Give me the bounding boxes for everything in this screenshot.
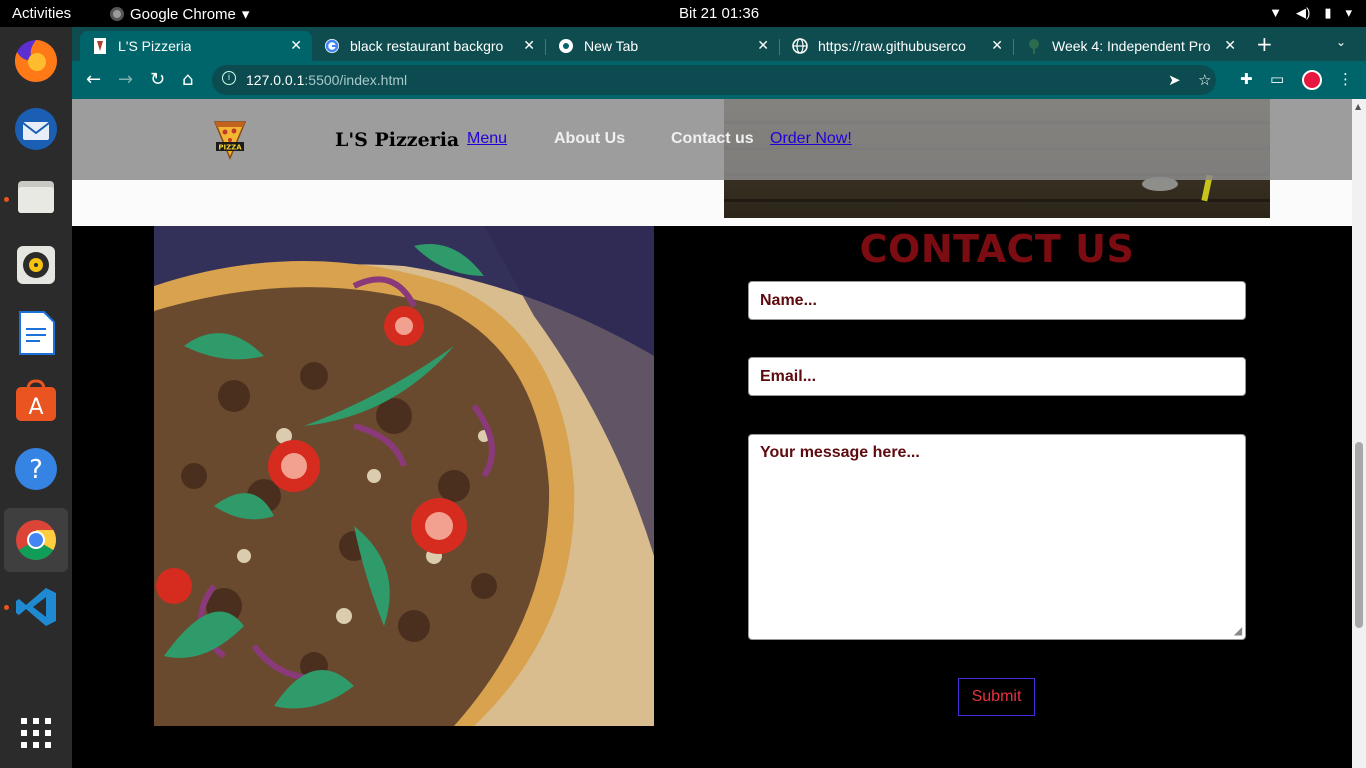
gnome-top-bar: Activities Google Chrome ▾ Bit 21 01:36 … [0,0,1366,27]
chrome-icon[interactable] [4,508,68,572]
svg-text:A: A [28,395,43,420]
close-icon[interactable]: ✕ [991,37,1003,54]
nav-menu-link[interactable]: Menu [467,130,507,148]
app-name: Google Chrome [130,5,236,23]
nav-order-link[interactable]: Order Now! [770,130,852,148]
running-indicator [4,605,9,610]
tab-title: L'S Pizzeria [118,38,192,54]
rhythmbox-icon[interactable] [10,239,62,291]
name-field[interactable]: Name... [748,281,1246,320]
back-arrow-icon[interactable]: ← [86,69,101,90]
vscode-icon[interactable] [10,581,62,633]
close-icon[interactable]: ✕ [290,37,302,54]
send-icon[interactable]: ➤ [1168,71,1181,89]
tab-raw-github[interactable]: https://raw.githubuserco ✕ [780,31,1013,61]
svg-text:?: ? [29,455,43,485]
pizza-logo[interactable]: PIZZA [212,118,248,160]
system-tray[interactable]: ▼ ◀) ▮ ▾ [1269,5,1352,21]
app-grid-icon[interactable] [10,707,62,759]
tree-icon [1026,38,1042,54]
url-text[interactable]: 127.0.0.1:5500/index.html [246,72,407,88]
nav-contact-link[interactable]: Contact us [671,130,754,148]
tab-strip: L'S Pizzeria ✕ black restaurant backgro … [72,27,1366,61]
thunderbird-icon[interactable] [10,103,62,155]
running-indicator [4,197,9,202]
chrome-icon [558,38,574,54]
close-icon[interactable]: ✕ [757,37,769,54]
app-menu[interactable]: Google Chrome ▾ [110,5,249,23]
tab-lspizzeria[interactable]: L'S Pizzeria ✕ [80,31,312,61]
site-brand[interactable]: L'S Pizzeria [335,129,459,151]
battery-icon: ▮ [1324,5,1332,20]
page-viewport: PIZZA L'S Pizzeria Menu About Us Contact… [72,99,1352,768]
pizza-photo [154,226,654,726]
cast-icon[interactable]: ▭ [1270,70,1284,88]
pizza-favicon-icon [92,38,108,54]
software-center-icon[interactable]: A [10,375,62,427]
chrome-small-icon [110,7,124,21]
globe-icon [792,38,808,54]
kebab-menu-icon[interactable]: ⋮ [1338,70,1353,88]
chevron-down-icon: ▾ [1345,5,1352,20]
tab-search-chevron-icon[interactable]: ⌄ [1336,35,1346,49]
message-textarea[interactable]: Your message here... ◢ [748,434,1246,640]
tab-title: https://raw.githubuserco [818,38,966,54]
dock: A ? [0,27,72,768]
firefox-icon[interactable] [10,35,62,87]
scrollbar-thumb[interactable] [1355,442,1363,628]
tab-title: black restaurant backgro [350,38,504,54]
new-tab-button[interactable]: + [1256,32,1273,56]
tab-new-tab[interactable]: New Tab ✕ [546,31,779,61]
address-bar[interactable]: i 127.0.0.1:5500/index.html ➤ ☆ [212,65,1216,95]
home-icon[interactable]: ⌂ [182,69,193,90]
email-field[interactable]: Email... [748,357,1246,396]
profile-avatar[interactable] [1302,70,1322,90]
page-scrollbar[interactable]: ▲ [1352,99,1366,768]
close-icon[interactable]: ✕ [523,37,535,54]
wifi-icon: ▼ [1269,5,1282,20]
info-icon[interactable]: i [222,71,236,85]
svg-text:PIZZA: PIZZA [218,144,242,152]
activities-button[interactable]: Activities [12,5,71,22]
forward-arrow-icon[interactable]: → [118,69,133,90]
browser-toolbar: ← → ↻ ⌂ i 127.0.0.1:5500/index.html ➤ ☆ … [72,61,1366,99]
writer-icon[interactable] [10,307,62,359]
nav-about-link[interactable]: About Us [554,130,625,148]
star-icon[interactable]: ☆ [1198,71,1211,89]
site-navbar: PIZZA L'S Pizzeria Menu About Us Contact… [72,99,1352,180]
contact-title: CONTACT US [859,227,1135,271]
submit-button[interactable]: Submit [958,678,1035,716]
help-icon[interactable]: ? [10,443,62,495]
chevron-down-icon: ▾ [241,6,250,23]
google-icon [324,38,340,54]
clock[interactable]: Bit 21 01:36 [679,5,759,22]
scroll-up-arrow-icon[interactable]: ▲ [1355,102,1361,111]
tab-black-restaurant[interactable]: black restaurant backgro ✕ [312,31,545,61]
tab-title: New Tab [584,38,639,54]
reload-icon[interactable]: ↻ [150,69,165,90]
tab-title: Week 4: Independent Pro [1052,38,1211,54]
tab-week4[interactable]: Week 4: Independent Pro ✕ [1014,31,1246,61]
message-placeholder: Your message here... [760,444,920,461]
resize-grip-icon[interactable]: ◢ [1234,626,1242,637]
close-icon[interactable]: ✕ [1224,37,1236,54]
files-icon[interactable] [10,171,62,223]
volume-icon: ◀) [1295,5,1311,20]
extensions-puzzle-icon[interactable]: ✚ [1240,70,1253,88]
